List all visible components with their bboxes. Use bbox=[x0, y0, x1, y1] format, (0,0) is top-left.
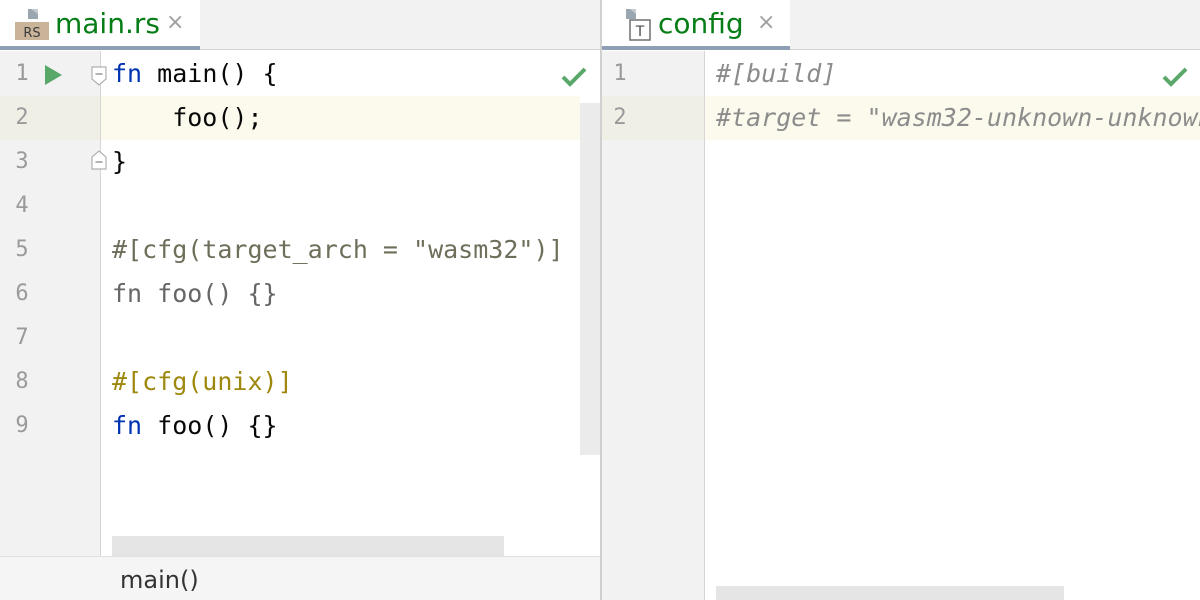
code-line-6: fn foo() {} bbox=[112, 272, 564, 316]
horizontal-scrollbar[interactable] bbox=[716, 586, 1064, 600]
check-icon[interactable] bbox=[561, 66, 587, 88]
attribute-text: #[cfg(unix)] bbox=[112, 367, 293, 396]
code-line-1: fn main() { bbox=[112, 52, 564, 96]
check-icon[interactable] bbox=[1162, 66, 1188, 88]
line-number: 2 bbox=[613, 105, 627, 130]
code-line-8: #[cfg(unix)] bbox=[112, 360, 564, 404]
code-text: } bbox=[112, 147, 128, 176]
toml-file-icon: T bbox=[622, 8, 658, 42]
code-line-1: #[build] bbox=[716, 52, 1200, 96]
tab-label: config bbox=[658, 7, 744, 40]
code-text: foo() {} bbox=[142, 411, 278, 440]
fold-marker-icon[interactable] bbox=[91, 66, 107, 86]
comment-text: #target = "wasm32-unknown-unknown" bbox=[716, 103, 1200, 132]
line-number: 7 bbox=[15, 325, 29, 350]
right-code-area[interactable]: #[build] #target = "wasm32-unknown-unkno… bbox=[716, 52, 1200, 140]
code-line-9: fn foo() {} bbox=[112, 404, 564, 448]
code-line-5: #[cfg(target_arch = "wasm32")] bbox=[112, 228, 564, 272]
line-number: 8 bbox=[15, 369, 29, 394]
code-text: foo(); bbox=[112, 103, 263, 132]
tab-label: main.rs bbox=[55, 7, 160, 40]
left-tab-bar: RS main.rs × bbox=[0, 0, 600, 50]
vertical-scrollbar[interactable] bbox=[580, 103, 600, 455]
horizontal-scrollbar[interactable] bbox=[112, 536, 504, 556]
svg-text:RS: RS bbox=[23, 26, 40, 41]
attribute-text: )] bbox=[533, 235, 564, 264]
breadcrumb: main() bbox=[0, 556, 600, 600]
tab-config[interactable]: T config × bbox=[602, 0, 790, 50]
code-line-2: foo(); bbox=[112, 96, 564, 140]
left-line-numbers: 1 2 3 4 5 6 7 8 9 bbox=[0, 52, 44, 448]
comment-text: #[build] bbox=[716, 59, 837, 88]
code-text: main() { bbox=[142, 59, 278, 88]
code-line-3: } bbox=[112, 140, 564, 184]
close-icon[interactable]: × bbox=[757, 10, 775, 36]
rust-file-icon: RS bbox=[14, 8, 50, 42]
line-number: 4 bbox=[15, 193, 29, 218]
keyword: fn bbox=[112, 411, 143, 440]
code-text: fn foo() {} bbox=[112, 279, 278, 308]
code-line-2: #target = "wasm32-unknown-unknown" bbox=[716, 96, 1200, 140]
line-number: 1 bbox=[613, 61, 627, 86]
line-number: 5 bbox=[15, 237, 29, 262]
close-icon[interactable]: × bbox=[166, 10, 184, 36]
tab-main-rs[interactable]: RS main.rs × bbox=[0, 0, 200, 50]
left-editor-pane: RS main.rs × 1 2 3 4 5 6 7 8 9 fn main()… bbox=[0, 0, 600, 600]
line-number: 9 bbox=[15, 413, 29, 438]
fold-end-marker-icon[interactable] bbox=[91, 150, 107, 170]
attribute-text: #[cfg(target_arch = bbox=[112, 235, 414, 264]
line-number: 6 bbox=[15, 281, 29, 306]
svg-text:T: T bbox=[635, 24, 645, 40]
line-number: 1 bbox=[15, 61, 29, 86]
right-tab-bar: T config × bbox=[602, 0, 1200, 50]
right-line-numbers: 1 2 bbox=[602, 52, 646, 140]
run-triangle-icon[interactable] bbox=[42, 64, 64, 86]
keyword: fn bbox=[112, 59, 143, 88]
string-literal: "wasm32" bbox=[413, 235, 534, 264]
line-number: 3 bbox=[15, 149, 29, 174]
right-editor-pane: T config × 1 2 #[build] #target = "wasm3… bbox=[602, 0, 1200, 600]
line-number: 2 bbox=[15, 105, 29, 130]
left-code-area[interactable]: fn main() { foo(); } #[cfg(target_arch =… bbox=[112, 52, 564, 448]
breadcrumb-item-main[interactable]: main() bbox=[120, 563, 199, 597]
